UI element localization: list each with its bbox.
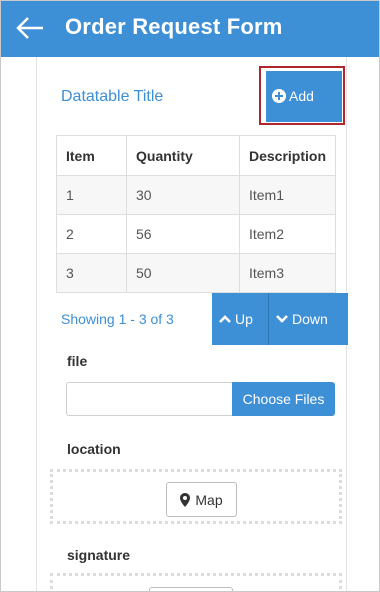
table-showing-info: Showing 1 - 3 of 3	[61, 311, 174, 327]
back-arrow-icon[interactable]	[15, 15, 45, 41]
file-label: file	[67, 353, 88, 369]
table-row[interactable]: 1 30 Item1	[56, 175, 337, 215]
table-row[interactable]: 3 50 Item3	[56, 253, 337, 293]
column-header-description[interactable]: Description	[238, 135, 337, 176]
plus-circle-icon	[272, 89, 286, 103]
table-cell: 2	[56, 214, 127, 254]
data-table: Item Quantity Description 1 30 Item1 2 5…	[56, 135, 337, 293]
table-cell: Item3	[238, 253, 337, 293]
table-cell: 56	[126, 214, 240, 254]
page-title: Order Request Form	[65, 14, 283, 39]
file-input[interactable]	[66, 382, 232, 416]
add-button-label: Add	[289, 88, 314, 104]
map-button[interactable]: Map	[166, 482, 237, 517]
column-header-item[interactable]: Item	[56, 135, 127, 176]
table-cell: Item2	[238, 214, 337, 254]
chevron-up-icon	[219, 315, 231, 323]
choose-files-button[interactable]: Choose Files	[232, 382, 335, 416]
up-button[interactable]: Up	[212, 293, 269, 345]
map-button-label: Map	[195, 491, 223, 508]
table-cell: 30	[126, 175, 240, 215]
signature-button[interactable]	[149, 587, 233, 591]
chevron-down-icon	[276, 315, 288, 323]
page-frame: Order Request Form Datatable Title Add I…	[0, 0, 380, 592]
down-button-label: Down	[292, 311, 328, 327]
table-row[interactable]: 2 56 Item2	[56, 214, 337, 254]
add-button[interactable]: Add	[266, 71, 342, 122]
column-header-quantity[interactable]: Quantity	[126, 135, 240, 176]
map-marker-icon	[180, 492, 191, 507]
down-button[interactable]: Down	[269, 293, 348, 345]
app-bar: Order Request Form	[1, 1, 379, 57]
pagination: Up Down	[212, 293, 348, 345]
datatable-title: Datatable Title	[61, 88, 164, 105]
signature-label: signature	[67, 547, 131, 563]
up-button-label: Up	[235, 311, 253, 327]
table-cell: 50	[126, 253, 240, 293]
location-label: location	[67, 441, 121, 457]
table-header-row: Item Quantity Description	[56, 135, 337, 176]
table-cell: Item1	[238, 175, 337, 215]
table-cell: 1	[56, 175, 127, 215]
table-cell: 3	[56, 253, 127, 293]
content-rail-left	[36, 57, 37, 591]
